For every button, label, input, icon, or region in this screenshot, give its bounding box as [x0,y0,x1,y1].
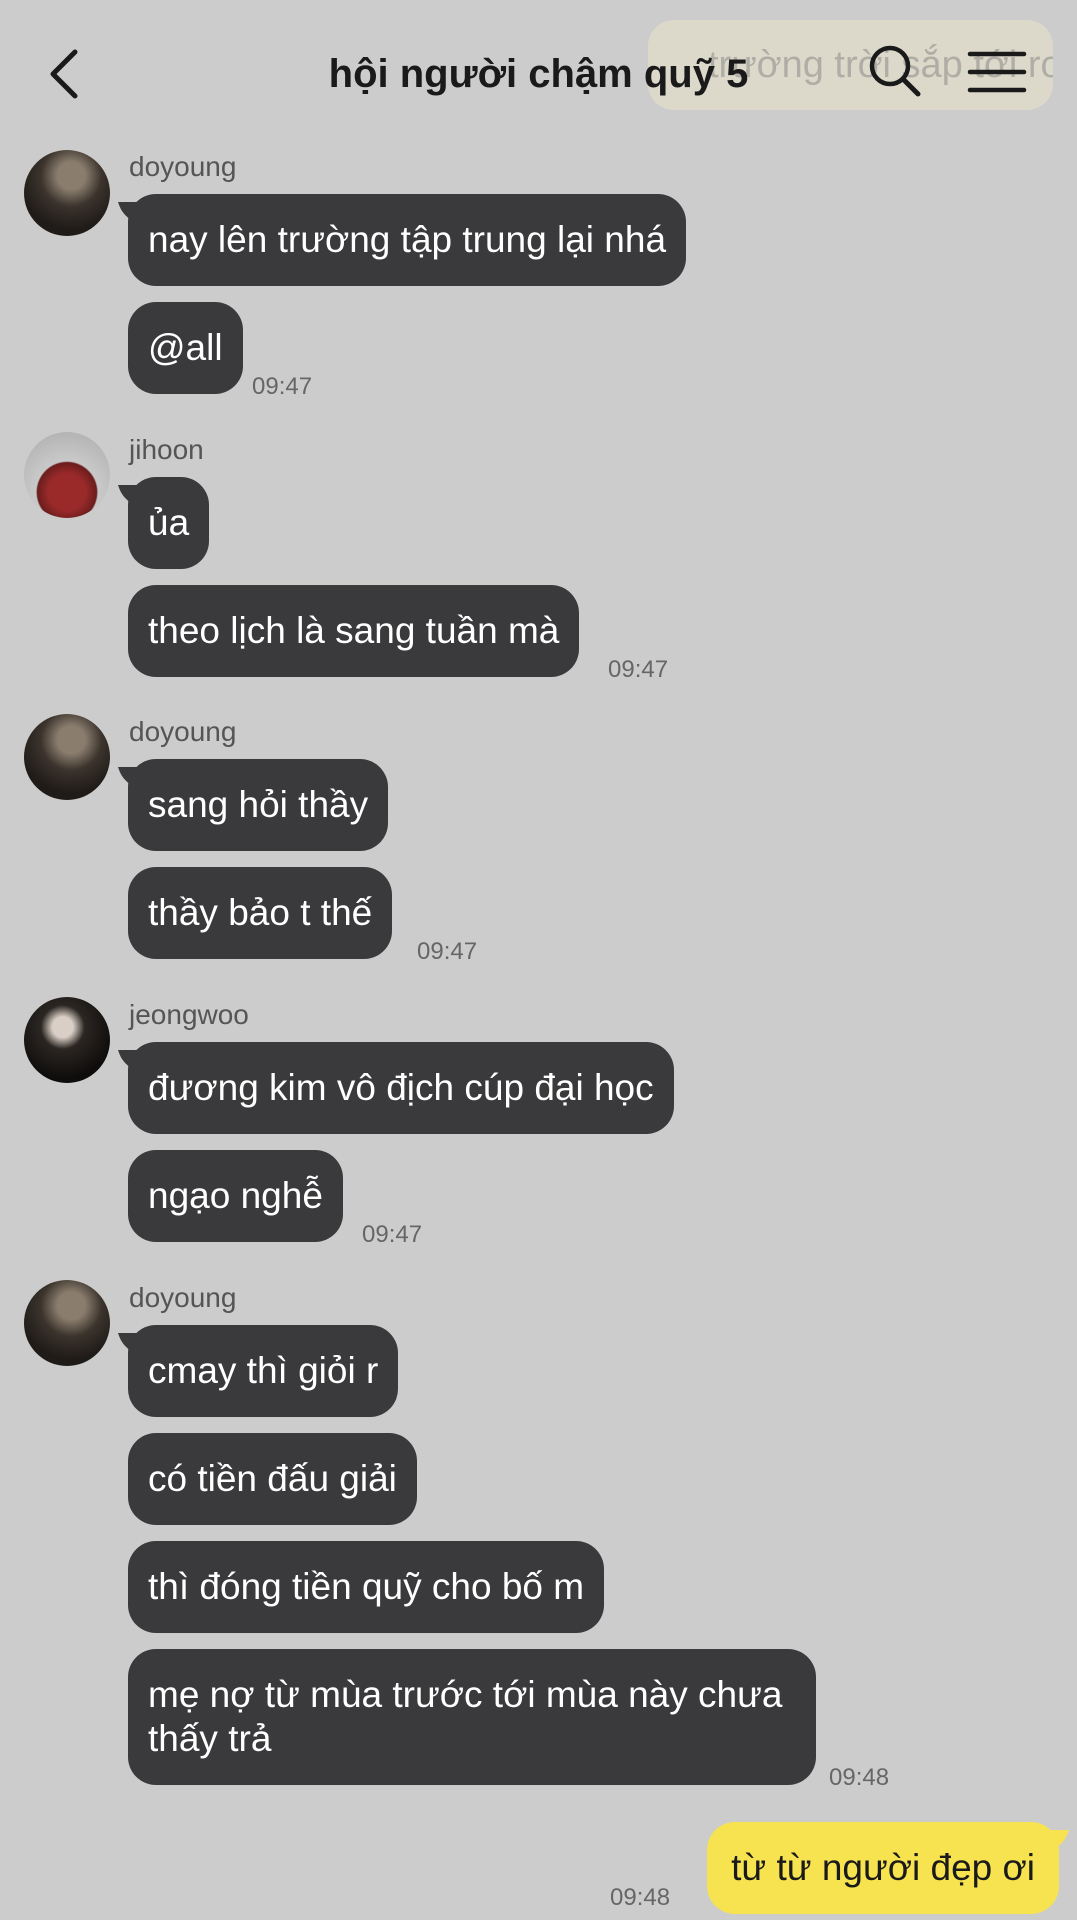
sender-name: doyoung [129,151,237,182]
message-bubble[interactable]: theo lịch là sang tuần mà [128,585,580,677]
my-message-bubble[interactable]: từ từ người đẹp ơi [707,1822,1059,1914]
message-time: 09:47 [252,373,313,400]
menu-button[interactable] [966,44,1028,100]
chat-header: trường trời sắp tới ro hội người chậm qu… [0,0,1077,150]
sender-name: jeongwoo [129,999,249,1030]
avatar-jihoon[interactable] [24,432,110,518]
sender-name: doyoung [129,1282,237,1313]
avatar-doyoung[interactable] [24,714,110,800]
message-bubble[interactable]: cmay thì giỏi r [128,1325,399,1417]
chevron-left-icon [50,49,78,99]
avatar-jeongwoo[interactable] [24,997,110,1083]
message-bubble[interactable]: có tiền đấu giải [128,1433,417,1525]
my-message-time: 09:48 [610,1884,671,1911]
message-bubble[interactable]: đương kim vô địch cúp đại học [128,1042,674,1134]
sender-name: doyoung [129,716,237,747]
search-button[interactable] [866,42,926,102]
message-time: 09:48 [829,1764,890,1791]
avatar-doyoung[interactable] [24,1280,110,1366]
chat-screen: trường trời sắp tới ro hội người chậm qu… [0,0,1077,1920]
message-bubble[interactable]: mẹ nợ từ mùa trước tới mùa này chưa thấy… [128,1649,816,1785]
message-bubble[interactable]: @all [128,302,243,394]
message-time: 09:47 [362,1221,423,1248]
message-bubble[interactable]: ngạo nghễ [128,1150,343,1242]
search-icon [869,45,921,97]
back-button[interactable] [36,40,92,108]
avatar-doyoung[interactable] [24,150,110,236]
message-bubble[interactable]: thì đóng tiền quỹ cho bố m [128,1541,605,1633]
hamburger-menu-icon [967,51,1027,93]
sender-name: jihoon [129,434,204,465]
message-time: 09:47 [608,656,669,683]
message-time: 09:47 [417,938,478,965]
message-bubble[interactable]: nay lên trường tập trung lại nhá [128,194,687,286]
message-bubble[interactable]: ủa [128,477,210,569]
chat-title: hội người chậm quỹ 5 [328,52,749,96]
message-bubble[interactable]: thầy bảo t thế [128,867,393,959]
message-bubble[interactable]: sang hỏi thầy [128,759,389,851]
